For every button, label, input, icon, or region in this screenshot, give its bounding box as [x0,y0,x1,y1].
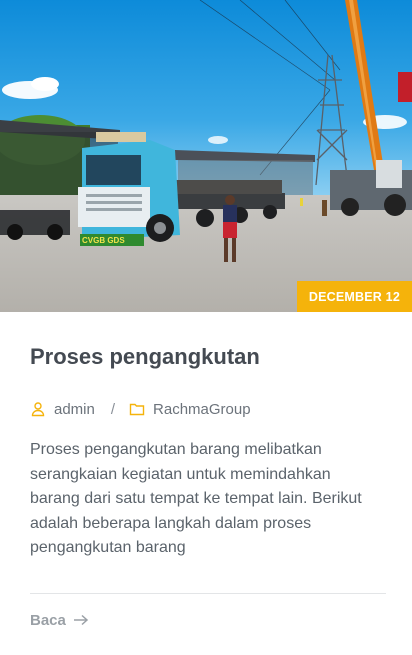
user-icon [30,401,46,417]
post-thumbnail[interactable]: CVGB GDS DECEMBER 12 [0,0,412,312]
category-link[interactable]: RachmaGroup [153,401,251,418]
truck-plate: CVGB GDS [82,236,125,245]
meta-separator: / [110,400,116,418]
post-body: Proses pengangkutan admin / RachmaGroup … [0,342,412,630]
date-badge: DECEMBER 12 [296,281,412,312]
read-more-label: Baca [30,611,66,629]
divider [30,592,386,594]
post-meta: admin / RachmaGroup [30,398,382,420]
post-excerpt: Proses pengangkutan barang melibatkan se… [30,441,362,556]
arrow-right-icon [73,614,89,626]
author-link[interactable]: admin [54,401,95,418]
read-more-link[interactable]: Baca [30,612,89,629]
post-card: CVGB GDS DECEMBER 12 Proses pengangkutan [0,0,412,655]
post-title[interactable]: Proses pengangkutan [30,342,382,372]
thumbnail-image: CVGB GDS [0,0,412,312]
folder-icon [129,401,145,417]
